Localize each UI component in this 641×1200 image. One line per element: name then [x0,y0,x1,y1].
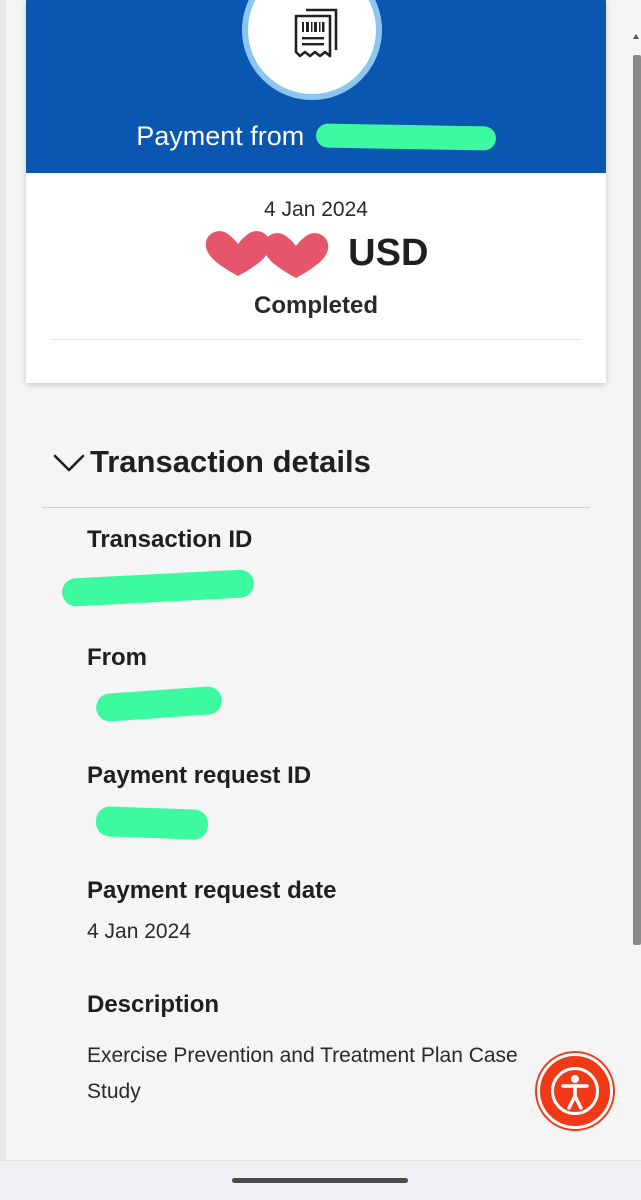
system-navigation-bar [0,1160,641,1200]
redacted-amount-hearts [204,228,332,278]
receipt-icon [294,8,338,58]
transaction-details-toggle[interactable]: Transaction details [52,440,371,484]
payment-currency: USD [348,231,429,274]
scrollbar[interactable] [633,55,641,945]
description-value: Exercise Prevention and Treatment Plan C… [87,1044,518,1103]
accessibility-button[interactable] [537,1053,613,1129]
from-label: From [87,644,147,671]
card-divider [52,339,580,340]
payment-summary-card: Payment from 4 Jan 2024 USD Completed [26,0,606,383]
transaction-page: Payment from 4 Jan 2024 USD Completed Tr… [0,0,641,1200]
redacted-transaction-id [61,568,255,608]
scroll-up-icon[interactable] [633,34,639,39]
transaction-details-title: Transaction details [90,444,371,479]
home-indicator[interactable] [232,1178,408,1183]
payment-from-line: Payment from [26,120,606,152]
payment-date: 4 Jan 2024 [264,198,368,221]
transaction-id-label: Transaction ID [87,526,253,553]
payment-request-date-value: 4 Jan 2024 [87,920,191,943]
accessibility-icon [561,1075,589,1110]
left-edge [0,0,6,1160]
payment-request-date-label: Payment request date [87,877,337,904]
redacted-from-value [95,685,223,723]
payment-from-label: Payment from [136,121,305,152]
payment-status: Completed [253,292,378,319]
redacted-sender-name [315,123,496,151]
description-label: Description [87,991,220,1018]
payment-amount: USD [26,228,606,278]
chevron-down-icon [53,454,85,472]
redacted-payment-request-id [95,806,209,840]
receipt-badge [242,0,382,100]
payment-request-id-label: Payment request ID [87,762,312,789]
details-divider [42,507,590,508]
payment-header: Payment from [26,0,606,173]
